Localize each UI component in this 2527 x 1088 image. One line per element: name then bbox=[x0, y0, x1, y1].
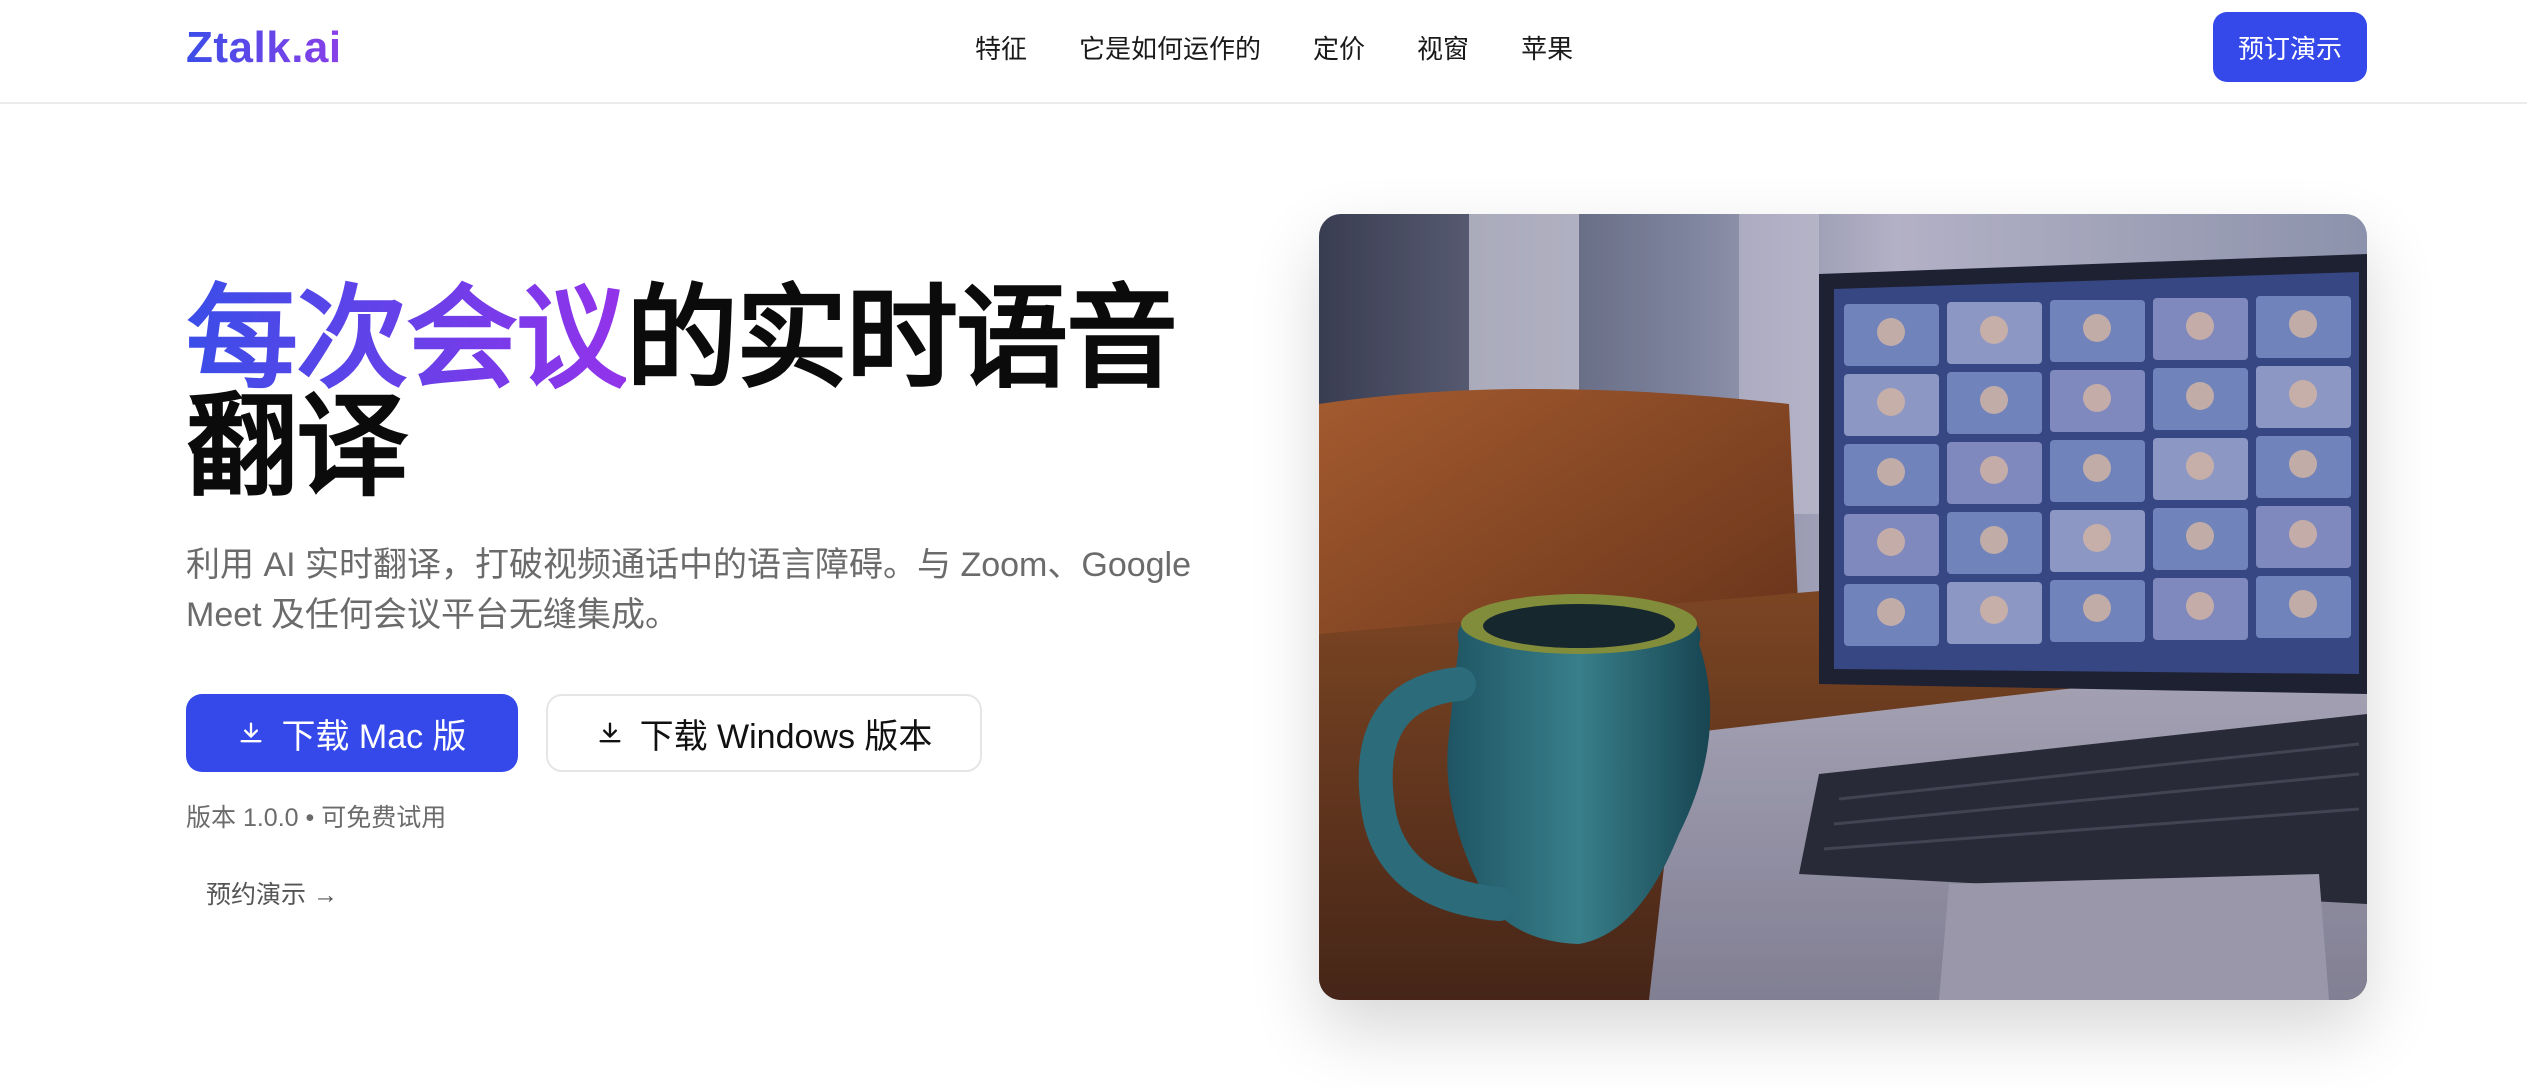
book-demo-link[interactable]: 预约演示 → bbox=[206, 877, 338, 913]
download-icon bbox=[599, 722, 621, 743]
logo[interactable]: Ztalk.ai bbox=[186, 18, 342, 78]
hero-subtitle: 利用 AI 实时翻译，打破视频通话中的语言障碍。与 Zoom、Google Me… bbox=[186, 546, 1192, 634]
hero-image bbox=[1319, 214, 2367, 1000]
nav-item-apple[interactable]: 苹果 bbox=[1521, 28, 1573, 70]
main-nav: 特征 它是如何运作的 定价 视窗 苹果 bbox=[975, 28, 1573, 70]
book-demo-button[interactable]: 预订演示 bbox=[2213, 12, 2367, 82]
download-windows-button[interactable]: 下载 Windows 版本 bbox=[546, 694, 982, 772]
nav-item-pricing[interactable]: 定价 bbox=[1313, 28, 1365, 70]
version-info: 版本 1.0.0 • 可免费试用 bbox=[186, 804, 447, 832]
hero-headline: 每次会议的实时语音翻译 bbox=[186, 283, 1256, 503]
download-mac-button[interactable]: 下载 Mac 版 bbox=[186, 694, 518, 772]
download-buttons: 下载 Mac 版 下载 Windows 版本 bbox=[186, 694, 982, 772]
download-windows-label: 下载 Windows 版本 bbox=[639, 717, 933, 756]
nav-item-windows[interactable]: 视窗 bbox=[1417, 28, 1469, 70]
download-mac-label: 下载 Mac 版 bbox=[281, 717, 467, 756]
download-icon bbox=[240, 722, 262, 743]
site-header: Ztalk.ai 特征 它是如何运作的 定价 视窗 苹果 预订演示 bbox=[0, 0, 2527, 104]
headline-highlight: 每次会议 bbox=[186, 276, 628, 401]
laptop-video-call-illustration bbox=[1319, 214, 2367, 1000]
nav-item-features[interactable]: 特征 bbox=[975, 28, 1027, 70]
nav-item-how-it-works[interactable]: 它是如何运作的 bbox=[1079, 28, 1261, 70]
